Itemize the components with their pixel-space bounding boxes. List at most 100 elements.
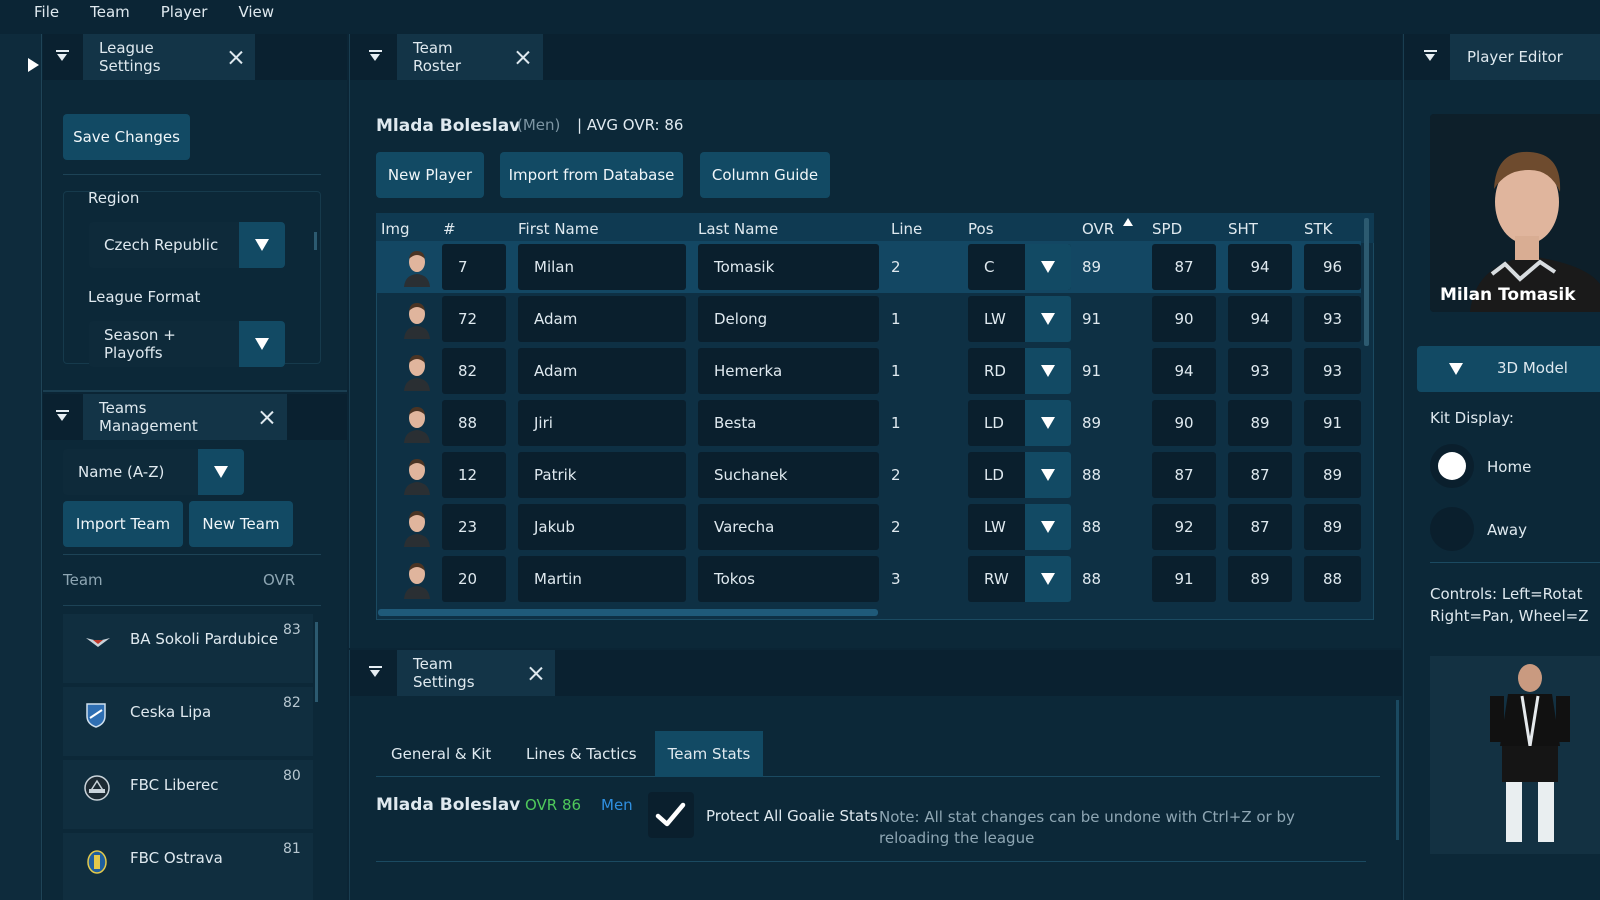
number-field[interactable]: 12 xyxy=(442,452,506,498)
last-name-field[interactable]: Tomasik xyxy=(698,244,879,290)
close-icon[interactable] xyxy=(229,51,241,64)
3d-model-toggle[interactable]: 3D Model xyxy=(1417,346,1600,392)
table-row[interactable]: 12 Patrik Suchanek 2 LD 88 87 87 89 xyxy=(376,449,1361,501)
expand-arrow-icon[interactable] xyxy=(28,58,39,72)
col-stk[interactable]: STK xyxy=(1304,220,1333,238)
horizontal-scrollbar[interactable] xyxy=(378,609,878,616)
first-name-field[interactable]: Martin xyxy=(518,556,686,602)
sht-field[interactable]: 87 xyxy=(1228,504,1292,550)
number-field[interactable]: 88 xyxy=(442,400,506,446)
menu-player[interactable]: Player xyxy=(161,3,208,21)
number-field[interactable]: 82 xyxy=(442,348,506,394)
spd-field[interactable]: 87 xyxy=(1152,452,1216,498)
first-name-field[interactable]: Jakub xyxy=(518,504,686,550)
menu-file[interactable]: File xyxy=(34,3,59,21)
list-item[interactable]: BA Sokoli Pardubice 83 xyxy=(63,614,313,683)
line-value[interactable]: 2 xyxy=(891,501,901,553)
list-item[interactable]: FBC Liberec 80 xyxy=(63,760,313,829)
tab-team-settings[interactable]: Team Settings xyxy=(397,650,555,696)
kit-home-radio[interactable] xyxy=(1430,444,1474,488)
collapse-icon[interactable] xyxy=(369,666,383,680)
first-name-field[interactable]: Patrik xyxy=(518,452,686,498)
line-value[interactable]: 1 xyxy=(891,397,901,449)
table-row[interactable]: 23 Jakub Varecha 2 LW 88 92 87 89 xyxy=(376,501,1361,553)
table-row[interactable]: 7 Milan Tomasik 2 C 89 87 94 96 xyxy=(376,241,1361,293)
tab-teams-management[interactable]: Teams Management xyxy=(83,394,287,440)
first-name-field[interactable]: Jiri xyxy=(518,400,686,446)
import-from-database-button[interactable]: Import from Database xyxy=(500,152,683,198)
col-ovr[interactable]: OVR xyxy=(1082,220,1114,238)
close-icon[interactable] xyxy=(516,51,529,64)
import-team-button[interactable]: Import Team xyxy=(63,501,183,547)
position-dropdown[interactable]: LW xyxy=(968,296,1071,342)
tab-team-roster[interactable]: Team Roster xyxy=(397,34,543,80)
last-name-field[interactable]: Tokos xyxy=(698,556,879,602)
line-value[interactable]: 1 xyxy=(891,345,901,397)
menu-team[interactable]: Team xyxy=(90,3,130,21)
table-row[interactable]: 82 Adam Hemerka 1 RD 91 94 93 93 xyxy=(376,345,1361,397)
close-icon[interactable] xyxy=(260,411,273,424)
position-dropdown[interactable]: LW xyxy=(968,504,1071,550)
stk-field[interactable]: 96 xyxy=(1304,244,1361,290)
scrollbar[interactable] xyxy=(315,622,318,702)
stk-field[interactable]: 89 xyxy=(1304,452,1361,498)
col-pos[interactable]: Pos xyxy=(968,220,994,238)
col-last-name[interactable]: Last Name xyxy=(698,220,778,238)
new-team-button[interactable]: New Team xyxy=(189,501,293,547)
sht-field[interactable]: 89 xyxy=(1228,400,1292,446)
last-name-field[interactable]: Hemerka xyxy=(698,348,879,394)
tab-general-kit[interactable]: General & Kit xyxy=(391,745,491,763)
stk-field[interactable]: 93 xyxy=(1304,348,1361,394)
spd-field[interactable]: 90 xyxy=(1152,296,1216,342)
list-item[interactable]: FBC Ostrava 81 xyxy=(63,833,313,900)
position-dropdown[interactable]: LD xyxy=(968,400,1071,446)
spd-field[interactable]: 94 xyxy=(1152,348,1216,394)
position-dropdown[interactable]: RD xyxy=(968,348,1071,394)
stk-field[interactable]: 91 xyxy=(1304,400,1361,446)
collapse-icon[interactable] xyxy=(1424,50,1438,64)
scrollbar[interactable] xyxy=(1396,700,1399,840)
first-name-field[interactable]: Milan xyxy=(518,244,686,290)
line-value[interactable]: 3 xyxy=(891,553,901,605)
spd-field[interactable]: 92 xyxy=(1152,504,1216,550)
collapse-icon[interactable] xyxy=(56,410,70,424)
spd-field[interactable]: 87 xyxy=(1152,244,1216,290)
sht-field[interactable]: 87 xyxy=(1228,452,1292,498)
last-name-field[interactable]: Suchanek xyxy=(698,452,879,498)
first-name-field[interactable]: Adam xyxy=(518,348,686,394)
sht-field[interactable]: 89 xyxy=(1228,556,1292,602)
spd-field[interactable]: 91 xyxy=(1152,556,1216,602)
stk-field[interactable]: 93 xyxy=(1304,296,1361,342)
table-row[interactable]: 88 Jiri Besta 1 LD 89 90 89 91 xyxy=(376,397,1361,449)
menu-view[interactable]: View xyxy=(238,3,274,21)
tab-team-stats[interactable]: Team Stats xyxy=(655,731,763,777)
col-number[interactable]: # xyxy=(443,220,456,238)
collapse-icon[interactable] xyxy=(56,50,70,64)
sort-dropdown[interactable]: Name (A-Z) xyxy=(63,449,244,495)
line-value[interactable]: 2 xyxy=(891,449,901,501)
col-img[interactable]: Img xyxy=(381,220,410,238)
line-value[interactable]: 2 xyxy=(891,241,901,293)
column-guide-button[interactable]: Column Guide xyxy=(700,152,830,198)
sht-field[interactable]: 94 xyxy=(1228,296,1292,342)
col-first-name[interactable]: First Name xyxy=(518,220,599,238)
vertical-scrollbar[interactable] xyxy=(1364,218,1369,346)
list-item[interactable]: Ceska Lipa 82 xyxy=(63,687,313,756)
number-field[interactable]: 20 xyxy=(442,556,506,602)
stk-field[interactable]: 88 xyxy=(1304,556,1361,602)
number-field[interactable]: 72 xyxy=(442,296,506,342)
tab-lines-tactics[interactable]: Lines & Tactics xyxy=(526,745,637,763)
position-dropdown[interactable]: LD xyxy=(968,452,1071,498)
region-dropdown[interactable]: Czech Republic xyxy=(89,222,285,268)
first-name-field[interactable]: Adam xyxy=(518,296,686,342)
col-sht[interactable]: SHT xyxy=(1228,220,1258,238)
last-name-field[interactable]: Besta xyxy=(698,400,879,446)
tab-league-settings[interactable]: League Settings xyxy=(83,34,255,80)
last-name-field[interactable]: Delong xyxy=(698,296,879,342)
number-field[interactable]: 23 xyxy=(442,504,506,550)
last-name-field[interactable]: Varecha xyxy=(698,504,879,550)
3d-model-viewport[interactable] xyxy=(1430,656,1600,854)
col-line[interactable]: Line xyxy=(891,220,922,238)
stk-field[interactable]: 89 xyxy=(1304,504,1361,550)
position-dropdown[interactable]: C xyxy=(968,244,1071,290)
